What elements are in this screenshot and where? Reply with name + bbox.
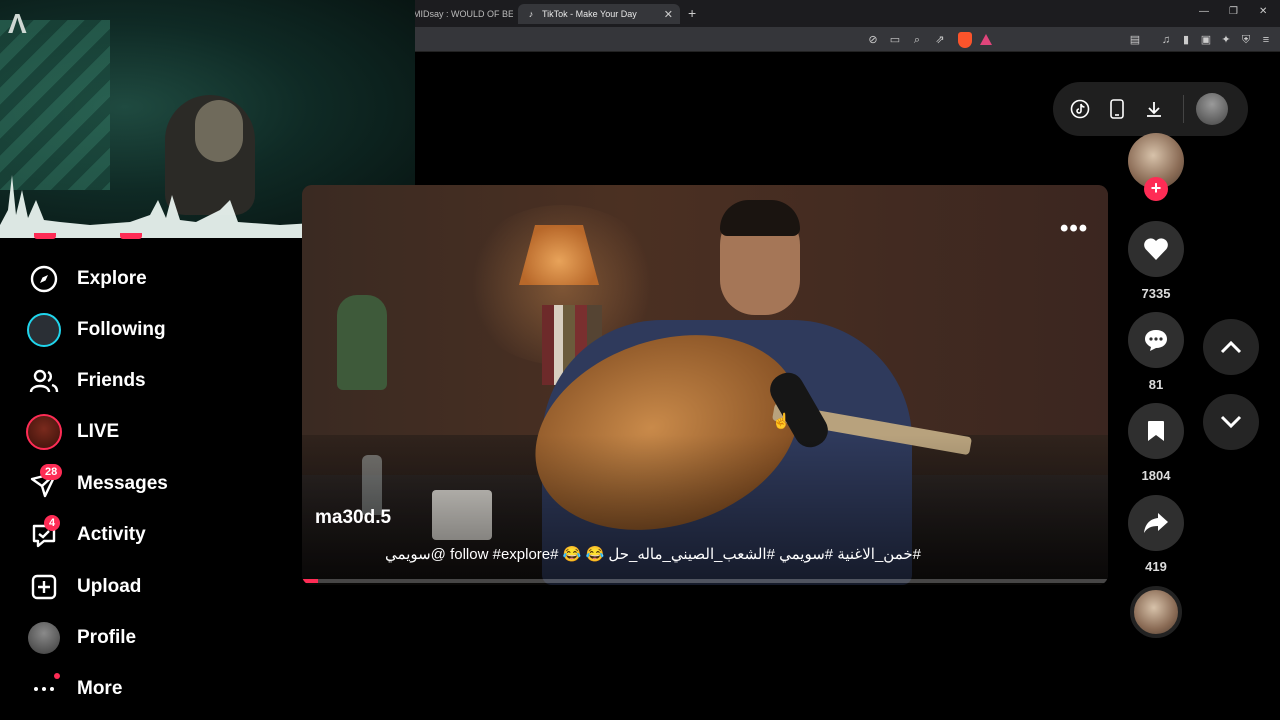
sidebar-item-explore[interactable]: Explore	[26, 259, 147, 299]
share-icon[interactable]: ⇗	[933, 33, 947, 47]
leo-icon[interactable]: ✦	[1219, 33, 1233, 47]
messages-icon: 28	[26, 464, 63, 502]
sidebar-item-label: Profile	[77, 627, 137, 648]
cam-wall-panels	[0, 20, 110, 190]
cam-face	[195, 100, 243, 162]
messages-badge: 28	[40, 464, 63, 480]
nav-accent	[34, 233, 56, 239]
activity-badge: 4	[44, 515, 61, 531]
close-icon[interactable]: ✕	[664, 8, 673, 21]
sidebar-item-following[interactable]: Following	[26, 310, 166, 350]
heart-icon	[1144, 238, 1168, 260]
share-arrow-icon	[1144, 513, 1168, 533]
like-count: 7335	[1141, 286, 1171, 301]
save-count: 1804	[1141, 468, 1171, 483]
sidebar-item-activity[interactable]: 4 Activity	[26, 515, 146, 555]
friends-icon	[26, 363, 62, 399]
video-player[interactable]: ••• ma30d.5 #خمن_الاغنية #سويمي #الشعب_ا…	[302, 185, 1108, 585]
tiktok-icon[interactable]	[1068, 97, 1092, 121]
mouse-cursor: ☝	[772, 413, 791, 430]
comment-icon	[1145, 330, 1167, 351]
upload-icon	[26, 569, 62, 605]
browser-tab-active[interactable]: ♪ TikTok - Make Your Day ✕	[518, 4, 680, 24]
menu-icon[interactable]: ≡	[1259, 33, 1273, 47]
sidebar-item-label: LIVE	[77, 421, 120, 442]
sidebar-item-label: Following	[77, 319, 166, 340]
following-avatar	[26, 312, 62, 348]
share-button[interactable]	[1128, 495, 1184, 551]
media-icon[interactable]: ♫	[1159, 33, 1173, 47]
brave-shield-icon[interactable]	[958, 32, 972, 48]
comment-button[interactable]	[1128, 312, 1184, 368]
video-scene-hair	[720, 200, 800, 236]
sidebar-icon[interactable]: ▮	[1179, 33, 1193, 47]
tab-title: TikTok - Make Your Day	[542, 9, 637, 19]
reader-icon[interactable]: ▤	[1128, 33, 1142, 47]
profile-avatar	[26, 620, 62, 656]
bookmark-icon	[1148, 421, 1164, 441]
notification-dot	[54, 673, 60, 679]
sidebar-item-label: Activity	[77, 524, 146, 545]
chevron-up-icon	[1220, 340, 1242, 354]
share-count: 419	[1145, 559, 1167, 574]
cast-icon[interactable]: ▭	[888, 33, 902, 47]
download-icon[interactable]	[1142, 97, 1166, 121]
like-button[interactable]	[1128, 221, 1184, 277]
tiktok-icon: ♪	[528, 9, 534, 19]
nav-accent	[120, 233, 142, 239]
video-progress-bar[interactable]	[302, 579, 318, 583]
more-icon	[26, 671, 62, 707]
wallet-icon[interactable]: ▣	[1199, 33, 1213, 47]
streamer-logo: Λ	[8, 8, 27, 39]
toolbar-divider	[1183, 95, 1184, 123]
sidebar-item-label: Messages	[77, 473, 168, 494]
video-scene-plant	[337, 295, 387, 390]
tab-title: MIDsay : WOULD OF BEEN	[413, 9, 513, 19]
user-avatar[interactable]	[1196, 93, 1228, 125]
tracking-off-icon[interactable]: ⊘	[866, 33, 880, 47]
video-author[interactable]: ma30d.5	[315, 507, 391, 529]
sidebar-item-more[interactable]: More	[26, 669, 122, 709]
rewards-icon[interactable]	[980, 34, 992, 45]
follow-button[interactable]: +	[1144, 177, 1168, 201]
sidebar-item-live[interactable]: LIVE	[26, 412, 119, 452]
browser-tab-prev[interactable]: MIDsay : WOULD OF BEEN	[405, 4, 513, 24]
mobile-icon[interactable]	[1105, 97, 1129, 121]
vpn-icon[interactable]: ⛨	[1239, 33, 1253, 47]
video-caption[interactable]: #خمن_الاغنية #سويمي #الشعب_الصيني_ماله_ح…	[315, 545, 921, 563]
music-disc-avatar[interactable]	[1130, 586, 1182, 638]
minimize-icon[interactable]: —	[1199, 6, 1209, 17]
previous-video-button[interactable]	[1203, 319, 1259, 375]
video-more-options[interactable]: •••	[1060, 215, 1088, 243]
live-avatar	[26, 414, 62, 450]
zoom-icon[interactable]: ⌕	[910, 33, 924, 47]
video-progress-track[interactable]	[302, 579, 1108, 583]
sidebar-item-label: Explore	[77, 268, 147, 289]
activity-icon: 4	[26, 515, 62, 553]
restore-icon[interactable]: ❐	[1229, 6, 1238, 17]
comment-count: 81	[1148, 377, 1164, 392]
sidebar-item-label: Upload	[77, 576, 142, 597]
chevron-down-icon	[1220, 415, 1242, 429]
save-button[interactable]	[1128, 403, 1184, 459]
sidebar-item-label: Friends	[77, 370, 146, 391]
next-video-button[interactable]	[1203, 394, 1259, 450]
sidebar-item-messages[interactable]: 28 Messages	[26, 464, 168, 504]
sidebar-item-profile[interactable]: Profile	[26, 618, 136, 658]
compass-icon	[26, 261, 62, 297]
sidebar-item-upload[interactable]: Upload	[26, 567, 141, 607]
sidebar-item-friends[interactable]: Friends	[26, 361, 146, 401]
sidebar-item-label: More	[77, 678, 123, 699]
new-tab-button[interactable]: +	[688, 5, 696, 21]
window-close-icon[interactable]: ✕	[1259, 6, 1267, 17]
